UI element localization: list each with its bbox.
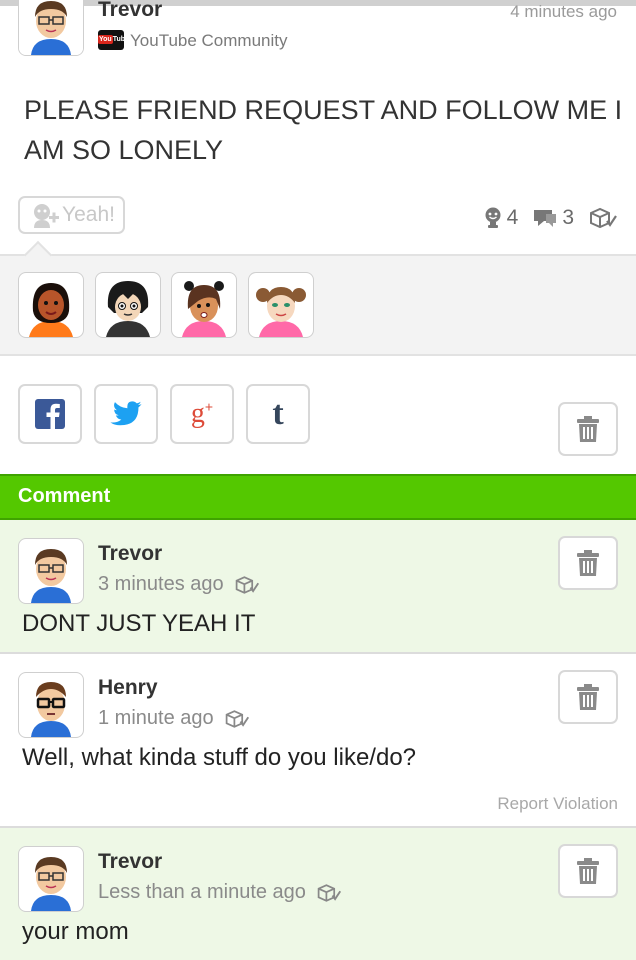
post: Trevor 4 minutes ago YouTube YouTube Com…	[0, 0, 636, 254]
yeah-smile-icon	[485, 207, 501, 228]
delete-comment-button[interactable]	[558, 670, 618, 724]
comment-section-header: Comment	[0, 474, 636, 520]
google-plus-share-button[interactable]: g+	[170, 384, 234, 444]
yeah-avatar-4[interactable]	[248, 272, 314, 338]
box-check-icon	[225, 709, 249, 728]
yeah-label: Yeah!	[62, 203, 115, 226]
yeah-count: 4	[483, 206, 518, 230]
comment-text: your mom	[22, 918, 129, 945]
box-check-icon	[317, 883, 341, 902]
community-name[interactable]: YouTube Community	[130, 31, 288, 51]
facebook-icon	[35, 399, 65, 429]
tumblr-share-button[interactable]: t	[246, 384, 310, 444]
post-author[interactable]: Trevor	[98, 0, 162, 22]
comment-text: Well, what kinda stuff do you like/do?	[22, 744, 417, 771]
spoiler-check	[588, 207, 618, 229]
google-plus-icon: g+	[190, 398, 214, 429]
yeah-avatar-3[interactable]	[171, 272, 237, 338]
comment-item: Trevor 3 minutes ago DONT JUST YEAH IT	[0, 520, 636, 654]
comment-author[interactable]: Henry	[98, 676, 158, 700]
tumblr-icon: t	[272, 395, 284, 432]
delete-post-button[interactable]	[558, 402, 618, 456]
author-avatar[interactable]	[18, 0, 84, 56]
facebook-share-button[interactable]	[18, 384, 82, 444]
youtube-logo-icon: YouTube	[98, 30, 124, 50]
comment-author[interactable]: Trevor	[98, 542, 162, 566]
trash-icon	[577, 416, 599, 442]
comment-time: 3 minutes ago	[98, 573, 260, 596]
twitter-share-button[interactable]	[94, 384, 158, 444]
comment-author[interactable]: Trevor	[98, 850, 162, 874]
post-text: PLEASE FRIEND REQUEST AND FOLLOW ME I AM…	[24, 95, 623, 165]
trash-icon	[577, 684, 599, 710]
comment-item: Henry 1 minute ago Well, what kinda stuf…	[0, 654, 636, 828]
comment-avatar[interactable]	[18, 846, 84, 912]
post-stats: 4 3	[469, 206, 618, 230]
comment-time: 1 minute ago	[98, 707, 250, 730]
yeah-icon	[34, 204, 59, 228]
comment-text: DONT JUST YEAH IT	[22, 610, 256, 637]
trash-icon	[577, 858, 599, 884]
yeah-avatar-2[interactable]	[95, 272, 161, 338]
comment-section-label: Comment	[18, 485, 111, 507]
comment-item: Trevor Less than a minute ago your mom	[0, 828, 636, 960]
delete-comment-button[interactable]	[558, 844, 618, 898]
report-violation-link[interactable]: Report Violation	[497, 794, 618, 814]
share-bar: g+ t	[0, 356, 636, 474]
delete-comment-button[interactable]	[558, 536, 618, 590]
box-check-icon	[590, 207, 617, 229]
twitter-icon	[110, 401, 142, 426]
comment-time: Less than a minute ago	[98, 881, 342, 904]
yeah-avatar-1[interactable]	[18, 272, 84, 338]
comment-avatar[interactable]	[18, 672, 84, 738]
yeah-button[interactable]: Yeah!	[18, 196, 125, 234]
box-check-icon	[235, 575, 259, 594]
yeah-avatars-panel	[0, 240, 636, 356]
post-time: 4 minutes ago	[510, 2, 617, 21]
comment-count: 3	[532, 206, 574, 230]
trash-icon	[577, 550, 599, 576]
comment-bubble-icon	[534, 210, 557, 227]
comment-avatar[interactable]	[18, 538, 84, 604]
